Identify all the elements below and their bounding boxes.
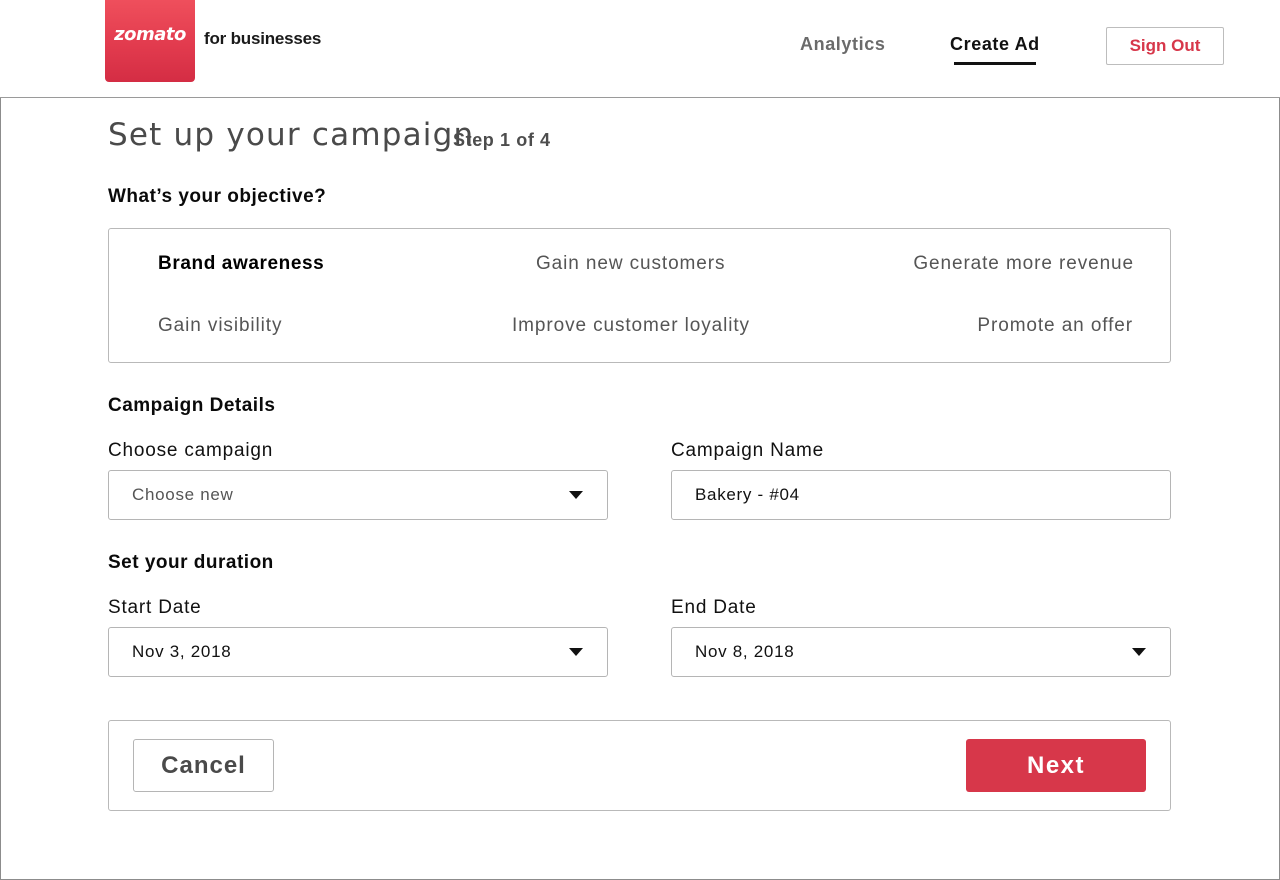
caret-down-icon xyxy=(569,648,583,656)
active-nav-indicator xyxy=(954,62,1036,65)
step-indicator: Step 1 of 4 xyxy=(453,130,551,150)
nav-analytics[interactable]: Analytics xyxy=(800,34,885,55)
top-header: zomato for businesses Analytics Create A… xyxy=(0,0,1280,98)
objective-heading: What’s your objective? xyxy=(108,186,327,207)
page-title: Set up your campaign xyxy=(108,117,475,153)
campaign-name-input[interactable] xyxy=(672,471,1170,519)
start-date-dropdown[interactable]: Nov 3, 2018 xyxy=(108,627,608,677)
choose-campaign-label: Choose campaign xyxy=(108,440,274,461)
choose-campaign-dropdown[interactable]: Choose new xyxy=(108,470,608,520)
sign-out-button[interactable]: Sign Out xyxy=(1106,27,1224,65)
campaign-name-field xyxy=(671,470,1171,520)
objective-gain-new-customers[interactable]: Gain new customers xyxy=(536,253,725,275)
duration-heading: Set your duration xyxy=(108,552,274,573)
campaign-name-label: Campaign Name xyxy=(671,440,824,461)
end-date-label: End Date xyxy=(671,597,757,618)
logo-suffix: for businesses xyxy=(204,29,322,48)
end-date-dropdown[interactable]: Nov 8, 2018 xyxy=(671,627,1171,677)
next-button[interactable]: Next xyxy=(966,739,1146,792)
logo-wordmark: zomato xyxy=(114,24,186,45)
form-actions-panel: Cancel Next xyxy=(108,720,1171,811)
objective-improve-customer-loyalty[interactable]: Improve customer loyality xyxy=(512,315,750,337)
objective-gain-visibility[interactable]: Gain visibility xyxy=(158,315,282,337)
choose-campaign-value: Choose new xyxy=(132,485,234,504)
nav-create-ad[interactable]: Create Ad xyxy=(950,34,1040,55)
zomato-logo[interactable]: zomato xyxy=(105,0,195,82)
end-date-value: Nov 8, 2018 xyxy=(695,642,795,661)
caret-down-icon xyxy=(569,491,583,499)
start-date-label: Start Date xyxy=(108,597,202,618)
cancel-button[interactable]: Cancel xyxy=(133,739,274,792)
campaign-details-heading: Campaign Details xyxy=(108,395,276,416)
caret-down-icon xyxy=(1132,648,1146,656)
objective-generate-more-revenue[interactable]: Generate more revenue xyxy=(913,253,1134,275)
objective-options-panel: Brand awareness Gain new customers Gener… xyxy=(108,228,1171,363)
start-date-value: Nov 3, 2018 xyxy=(132,642,232,661)
objective-brand-awareness[interactable]: Brand awareness xyxy=(158,253,324,275)
objective-promote-an-offer[interactable]: Promote an offer xyxy=(977,315,1133,337)
